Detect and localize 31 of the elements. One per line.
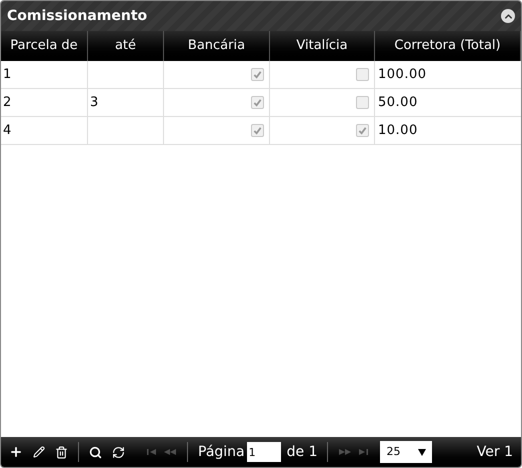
add-icon[interactable] [9, 445, 23, 459]
panel-title: Comissionamento [7, 6, 148, 26]
page-count: de 1 [286, 442, 318, 462]
table-cell: 4 [1, 117, 88, 144]
column-header[interactable]: Vitalícia [270, 31, 375, 61]
table-cell-text: 100.00 [377, 66, 428, 84]
table-cell-text: 50.00 [377, 94, 419, 112]
table-cell: 2 [1, 89, 88, 116]
checkbox[interactable] [356, 124, 369, 137]
page-input[interactable]: 1 [246, 442, 281, 462]
table-cell-text: 10.00 [377, 122, 419, 140]
checkbox[interactable] [356, 68, 369, 81]
search-icon[interactable] [89, 446, 102, 458]
checkbox[interactable] [356, 96, 369, 109]
dropdown-arrow-icon [418, 448, 426, 456]
page-label: Página [198, 442, 245, 462]
checkbox[interactable] [251, 68, 264, 81]
column-header[interactable]: Bancária [164, 31, 270, 61]
table-cell: 3 [88, 89, 164, 116]
edit-icon[interactable] [33, 446, 45, 458]
column-header[interactable]: até [88, 31, 164, 61]
refresh-icon[interactable] [112, 446, 125, 458]
page-size-select[interactable]: 25 [380, 441, 432, 463]
table-cell: 1 [1, 61, 88, 88]
collapse-icon[interactable] [501, 9, 515, 23]
column-header[interactable]: Corretora (Total) [375, 31, 521, 61]
checkbox[interactable] [251, 124, 264, 137]
version-label: Ver 1 [476, 442, 513, 462]
column-header[interactable]: Parcela de [1, 31, 88, 61]
checkbox[interactable] [251, 96, 264, 109]
delete-icon[interactable] [55, 446, 68, 458]
